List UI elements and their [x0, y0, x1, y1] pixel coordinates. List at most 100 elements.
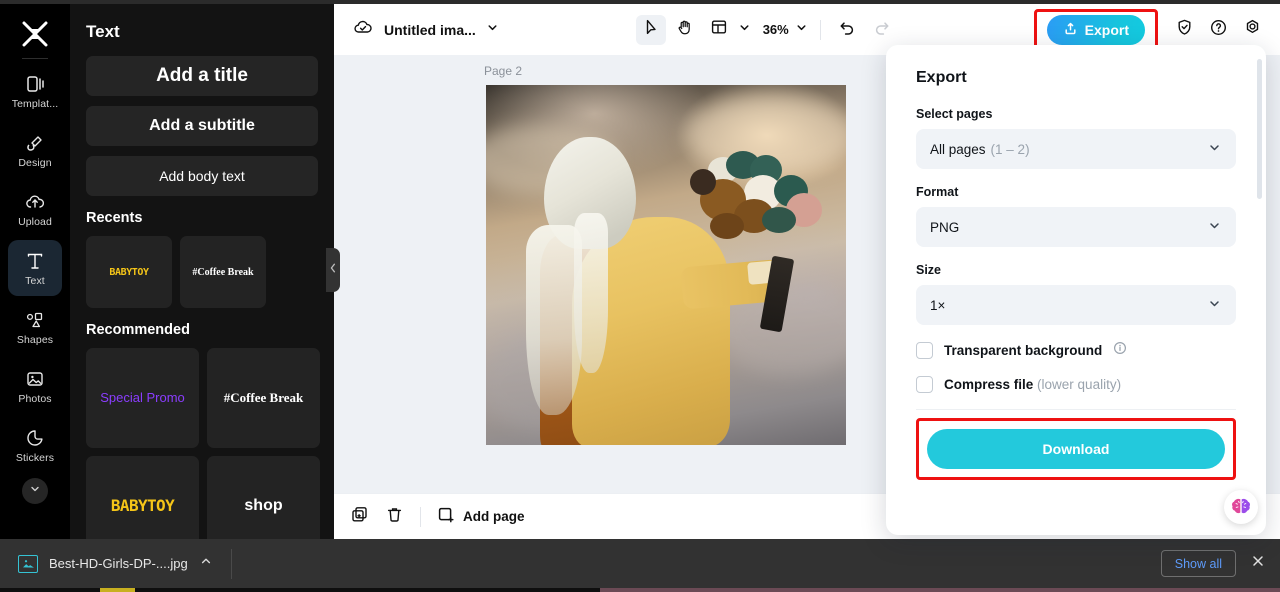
- chevron-down-icon: [1207, 218, 1222, 236]
- select-pages-dropdown[interactable]: All pages (1 – 2): [916, 129, 1236, 169]
- sidebar-item-templates[interactable]: Templat...: [8, 63, 62, 119]
- undo-button[interactable]: [833, 15, 863, 45]
- upload-cloud-icon: [24, 191, 46, 213]
- layout-tool-button[interactable]: [704, 15, 734, 45]
- cursor-arrow-icon: [642, 18, 660, 41]
- text-panel: Text Add a title Add a subtitle Add body…: [70, 4, 334, 539]
- cloud-saved-icon[interactable]: [352, 16, 374, 43]
- shield-check-icon: [1175, 18, 1194, 42]
- compress-file-checkbox-row[interactable]: Compress file (lower quality): [916, 376, 1236, 393]
- sidebar-more-button[interactable]: [22, 478, 48, 504]
- browser-download-bar: Best-HD-Girls-DP-....jpg Show all: [0, 539, 1280, 588]
- redo-button[interactable]: [867, 15, 897, 45]
- chevron-down-icon: [29, 482, 41, 500]
- gear-icon: [1243, 18, 1262, 42]
- add-subtitle-button[interactable]: Add a subtitle: [86, 106, 318, 146]
- footer-divider: [420, 506, 421, 527]
- ai-brain-icon[interactable]: [1224, 490, 1258, 524]
- thumb-label: BABYTOY: [110, 496, 175, 516]
- size-dropdown[interactable]: 1×: [916, 285, 1236, 325]
- chevron-left-icon: [329, 261, 337, 279]
- select-tool-button[interactable]: [635, 14, 666, 45]
- zoom-control[interactable]: 36%: [763, 21, 808, 39]
- recommended-grid: Special Promo #Coffee Break BABYTOY shop: [86, 348, 334, 539]
- compress-file-text: Compress file: [944, 377, 1034, 392]
- recommended-thumb-babytoy[interactable]: BABYTOY: [86, 456, 199, 539]
- add-title-button[interactable]: Add a title: [86, 56, 318, 96]
- export-button[interactable]: Export: [1046, 14, 1145, 45]
- sidebar-item-design[interactable]: Design: [8, 122, 62, 178]
- transparent-background-checkbox[interactable]: [916, 342, 933, 359]
- shield-button[interactable]: [1170, 15, 1200, 45]
- document-title[interactable]: Untitled ima...: [384, 22, 476, 38]
- app-root: Templat... Design Upload Text Shapes Pho…: [0, 0, 1280, 592]
- sidebar-item-shapes[interactable]: Shapes: [8, 299, 62, 355]
- sidebar-item-stickers[interactable]: Stickers: [8, 417, 62, 473]
- add-page-label: Add page: [463, 509, 525, 524]
- download-bar-right-group: Show all: [1160, 550, 1266, 577]
- format-dropdown[interactable]: PNG: [916, 207, 1236, 247]
- panel-collapse-handle[interactable]: [326, 248, 340, 292]
- transparent-background-checkbox-row[interactable]: Transparent background: [916, 341, 1236, 360]
- vertical-scrollbar[interactable]: [1257, 59, 1262, 199]
- redo-arrow-icon: [872, 18, 891, 42]
- toolbar-center-group: 36%: [635, 14, 897, 45]
- sidebar-item-label: Photos: [18, 392, 52, 405]
- photo-image-icon: [24, 368, 46, 390]
- settings-button[interactable]: [1238, 15, 1268, 45]
- hand-pan-icon: [676, 18, 694, 41]
- chevron-down-icon: [1207, 296, 1222, 314]
- recent-thumb-babytoy[interactable]: BABYTOY: [86, 236, 172, 308]
- layout-chevron-down-icon[interactable]: [738, 21, 751, 39]
- format-value: PNG: [930, 219, 960, 235]
- chevron-down-icon[interactable]: [486, 21, 499, 39]
- image-file-icon: [18, 554, 38, 573]
- layout-grid-icon: [710, 18, 728, 41]
- hand-tool-button[interactable]: [670, 15, 700, 45]
- size-value: 1×: [930, 297, 946, 313]
- shapes-icon: [24, 309, 46, 331]
- select-pages-label: Select pages: [916, 107, 993, 121]
- add-page-icon: [437, 506, 455, 527]
- chevron-up-icon[interactable]: [199, 554, 213, 573]
- compress-file-checkbox[interactable]: [916, 376, 933, 393]
- select-pages-value: All pages: [930, 141, 986, 157]
- recommended-thumb-coffee-break[interactable]: #Coffee Break: [207, 348, 320, 448]
- download-button[interactable]: Download: [927, 429, 1225, 469]
- panel-divider: [916, 409, 1236, 410]
- recommended-heading: Recommended: [86, 322, 190, 338]
- download-button-highlight: Download: [916, 418, 1236, 480]
- zoom-level-value: 36%: [762, 22, 789, 37]
- thumb-label: #Coffee Break: [223, 389, 304, 405]
- toolbar-left-group: Untitled ima...: [352, 16, 499, 43]
- sidebar-item-photos[interactable]: Photos: [8, 358, 62, 414]
- rail-divider: [22, 58, 48, 59]
- thumb-label: shop: [244, 497, 283, 515]
- recommended-thumb-shop[interactable]: shop: [207, 456, 320, 539]
- capcut-logo-icon[interactable]: [16, 18, 54, 50]
- download-file-name: Best-HD-Girls-DP-....jpg: [49, 556, 188, 571]
- undo-arrow-icon: [838, 18, 857, 42]
- export-upload-icon: [1063, 21, 1078, 39]
- help-button[interactable]: [1204, 15, 1234, 45]
- leaf-green: [762, 207, 796, 233]
- select-pages-range: (1 – 2): [990, 141, 1030, 157]
- sidebar-item-label: Upload: [18, 215, 52, 228]
- page-label: Page 2: [484, 64, 523, 78]
- taskbar-edge-strip: [0, 588, 1280, 592]
- recommended-thumb-special-promo[interactable]: Special Promo: [86, 348, 199, 448]
- show-all-button[interactable]: Show all: [1160, 550, 1236, 577]
- recent-thumb-coffee-break[interactable]: #Coffee Break: [180, 236, 266, 308]
- canvas-artwork[interactable]: [486, 85, 846, 445]
- bouquet: [690, 147, 830, 255]
- export-panel-title: Export: [916, 69, 967, 86]
- close-x-icon[interactable]: [1250, 553, 1266, 574]
- info-circle-icon[interactable]: [1113, 341, 1127, 360]
- download-item[interactable]: Best-HD-Girls-DP-....jpg: [18, 554, 213, 573]
- add-body-text-button[interactable]: Add body text: [86, 156, 318, 196]
- trash-icon[interactable]: [385, 505, 404, 529]
- sidebar-item-text[interactable]: Text: [8, 240, 62, 296]
- add-page-button[interactable]: Add page: [437, 506, 525, 527]
- duplicate-icon[interactable]: [350, 505, 369, 529]
- sidebar-item-upload[interactable]: Upload: [8, 181, 62, 237]
